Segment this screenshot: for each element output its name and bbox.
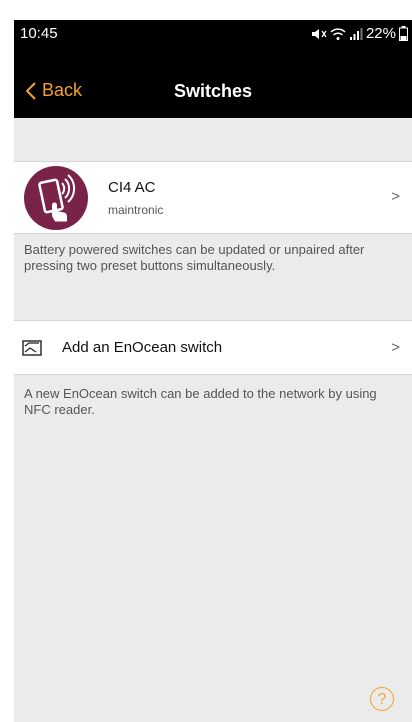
- add-switch-label: Add an EnOcean switch: [62, 339, 223, 356]
- battery-percent: 22%: [365, 25, 396, 42]
- device-name: CI4 AC: [108, 179, 156, 196]
- device-list-item[interactable]: CI4 AC maintronic >: [14, 161, 412, 234]
- status-time: 10:45: [20, 25, 58, 42]
- status-icons: 22%: [311, 25, 408, 42]
- battery-icon: [399, 26, 408, 41]
- enocean-note: A new EnOcean switch can be added to the…: [24, 386, 377, 417]
- add-enocean-switch-button[interactable]: Add an EnOcean switch >: [14, 320, 412, 375]
- signal-icon: [349, 27, 363, 40]
- chevron-right-icon: >: [391, 188, 400, 205]
- page-title: Switches: [173, 81, 253, 101]
- status-bar: 10:45 22%: [14, 20, 412, 50]
- touch-phone-icon: [38, 174, 76, 222]
- device-subtitle: maintronic: [108, 203, 164, 217]
- device-avatar: [24, 166, 88, 230]
- navigation-bar: Back Switches: [14, 50, 412, 118]
- app-screen: 10:45 22% Back Switches CI4 AC maintroni…: [14, 20, 412, 722]
- mute-icon: [311, 28, 327, 39]
- help-icon[interactable]: ?: [370, 687, 394, 711]
- switch-icon: [22, 340, 42, 356]
- wifi-icon: [330, 27, 346, 40]
- chevron-right-icon: >: [391, 339, 400, 356]
- battery-note: Battery powered switches can be updated …: [24, 242, 365, 273]
